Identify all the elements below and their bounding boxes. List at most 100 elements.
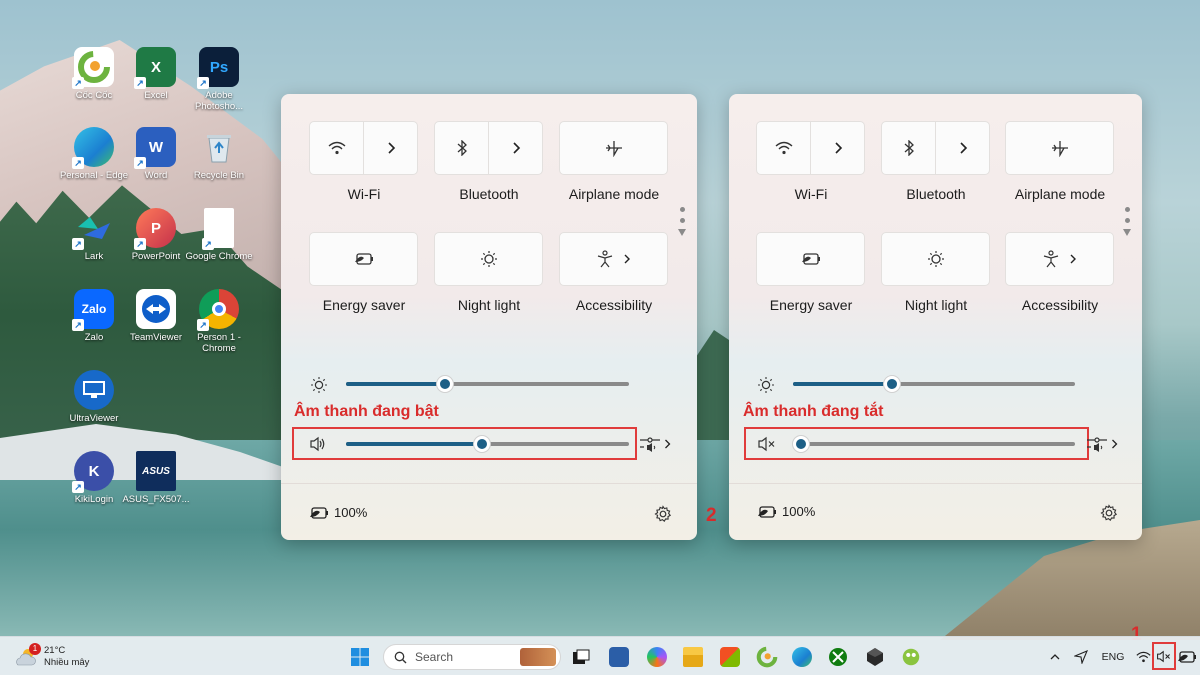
bluetooth-tile[interactable] — [434, 121, 543, 175]
battery-status[interactable]: 100% — [758, 504, 815, 519]
desktop-icon-powerpoint[interactable]: P ↗ PowerPoint — [123, 208, 189, 262]
weather-widget[interactable]: 1 21°C Nhiều mây — [14, 637, 104, 675]
show-hidden-icons-button[interactable] — [1047, 637, 1063, 675]
desktop-icon-recycle-bin[interactable]: Recycle Bin — [186, 127, 252, 181]
taskbar-app-edge[interactable] — [789, 637, 815, 675]
night-light-label: Night light — [904, 297, 968, 313]
desktop-icon-excel[interactable]: X ↗ Excel — [123, 47, 189, 101]
brightness-slider-thumb[interactable] — [436, 375, 455, 393]
settings-button[interactable] — [1099, 503, 1119, 523]
desktop-icon-photoshop[interactable]: Ps ↗ Adobe Photosho... — [186, 47, 252, 112]
volume-slider-thumb[interactable] — [472, 435, 491, 453]
wifi-toggle[interactable] — [757, 122, 810, 174]
energy-saver-tile[interactable] — [756, 232, 865, 286]
desktop-icon-google-chrome[interactable]: ↗ Google Chrome — [185, 208, 253, 262]
task-view-button[interactable] — [568, 637, 594, 675]
network-tray-icon[interactable] — [1134, 637, 1152, 675]
bluetooth-toggle[interactable] — [435, 122, 488, 174]
desktop-icon-ultraviewer[interactable]: UltraViewer — [61, 370, 127, 424]
bluetooth-expand[interactable] — [935, 122, 989, 174]
page-indicator[interactable] — [678, 207, 686, 236]
settings-button[interactable] — [653, 504, 673, 524]
wifi-expand[interactable] — [363, 122, 417, 174]
accessibility-label: Accessibility — [575, 297, 653, 313]
taskbar-app-xbox[interactable] — [825, 637, 851, 675]
brightness-slider[interactable] — [793, 375, 1075, 393]
desktop-icon-label: Google Chrome — [185, 251, 253, 262]
bluetooth-tile[interactable] — [881, 121, 990, 175]
notification-badge: 1 — [29, 643, 41, 655]
app-icon — [609, 646, 629, 667]
speaker-icon[interactable] — [309, 436, 327, 452]
desktop-icon-asus[interactable]: ASUS ASUS_FX507... — [122, 451, 190, 505]
bluetooth-toggle[interactable] — [882, 122, 935, 174]
zalo-icon: Zalo ↗ — [72, 289, 114, 331]
airplane-mode-tile[interactable] — [559, 121, 668, 175]
accessibility-icon — [597, 250, 612, 268]
taskbar-search[interactable]: Search — [383, 644, 561, 670]
audio-output-button[interactable] — [638, 434, 672, 454]
copilot-icon — [647, 646, 667, 667]
night-light-icon — [927, 251, 944, 267]
folder-icon — [683, 646, 703, 667]
desktop-icon-label: Word — [144, 170, 168, 181]
taskbar: 1 21°C Nhiều mây Search ENG — [0, 636, 1200, 675]
ultraviewer-icon — [74, 370, 114, 410]
taskbar-app-coccoc-2[interactable] — [898, 637, 924, 675]
taskbar-app-copilot[interactable] — [644, 637, 670, 675]
accessibility-tile[interactable] — [559, 232, 668, 286]
wifi-toggle[interactable] — [310, 122, 363, 174]
taskbar-app-store[interactable] — [717, 637, 743, 675]
bluetooth-icon — [457, 140, 467, 156]
battery-status[interactable]: 100% — [310, 505, 367, 520]
airplane-mode-tile[interactable] — [1005, 121, 1114, 175]
desktop-icon-word[interactable]: W ↗ Word — [123, 127, 189, 181]
wifi-expand[interactable] — [810, 122, 864, 174]
page-indicator[interactable] — [1123, 207, 1131, 236]
desktop-icon-edge[interactable]: ↗ Personal - Edge — [60, 127, 128, 181]
battery-saver-icon — [758, 505, 776, 518]
sound-output-icon — [1087, 437, 1107, 452]
bluetooth-label: Bluetooth — [459, 186, 519, 202]
desktop-icon-teamviewer[interactable]: TeamViewer — [123, 289, 189, 343]
start-button[interactable] — [347, 637, 373, 675]
energy-saver-tile[interactable] — [309, 232, 418, 286]
location-indicator[interactable] — [1072, 637, 1090, 675]
taskbar-app-cube[interactable] — [862, 637, 888, 675]
accessibility-icon — [1043, 250, 1058, 268]
battery-tray-icon[interactable] — [1177, 637, 1197, 675]
desktop-icon-label: TeamViewer — [129, 332, 183, 343]
location-arrow-icon — [1074, 649, 1088, 664]
brightness-slider[interactable] — [346, 375, 629, 393]
language-indicator[interactable]: ENG — [1100, 637, 1126, 675]
taskbar-app-dev[interactable] — [606, 637, 632, 675]
desktop-icon-coccoc[interactable]: ↗ Cốc Cốc — [61, 47, 127, 101]
wifi-tile[interactable] — [309, 121, 418, 175]
taskbar-app-file-explorer[interactable] — [680, 637, 706, 675]
night-light-tile[interactable] — [434, 232, 543, 286]
night-light-tile[interactable] — [881, 232, 990, 286]
bluetooth-expand[interactable] — [488, 122, 542, 174]
audio-output-button[interactable] — [1085, 434, 1119, 454]
recycle-bin-icon — [199, 127, 239, 167]
volume-slider[interactable] — [792, 435, 1075, 453]
accessibility-tile[interactable] — [1005, 232, 1114, 286]
night-light-label: Night light — [457, 297, 521, 313]
file-icon: ↗ — [202, 208, 234, 250]
desktop-icon-zalo[interactable]: Zalo ↗ Zalo — [61, 289, 127, 343]
volume-slider[interactable] — [346, 435, 629, 453]
desktop-icon-label: Cốc Cốc — [75, 90, 113, 101]
chevron-right-icon — [834, 142, 842, 154]
taskbar-app-coccoc[interactable] — [754, 637, 780, 675]
airplane-mode-label: Airplane mode — [1014, 186, 1106, 202]
volume-tray-button[interactable] — [1152, 642, 1176, 670]
desktop-icon-lark[interactable]: ↗ Lark — [61, 208, 127, 262]
desktop-icon-chrome-person[interactable]: ↗ Person 1 - Chrome — [186, 289, 252, 354]
speaker-muted-icon[interactable] — [757, 436, 777, 452]
desktop-icon-kikilogin[interactable]: K ↗ KikiLogin — [61, 451, 127, 505]
wifi-tile[interactable] — [756, 121, 865, 175]
quick-settings-panel-sound-off: Wi-Fi Bluetooth Airplane mode Energy sav… — [729, 94, 1142, 540]
battery-saver-icon — [1178, 650, 1196, 663]
brightness-slider-thumb[interactable] — [882, 375, 901, 393]
coccoc-icon — [756, 646, 778, 667]
